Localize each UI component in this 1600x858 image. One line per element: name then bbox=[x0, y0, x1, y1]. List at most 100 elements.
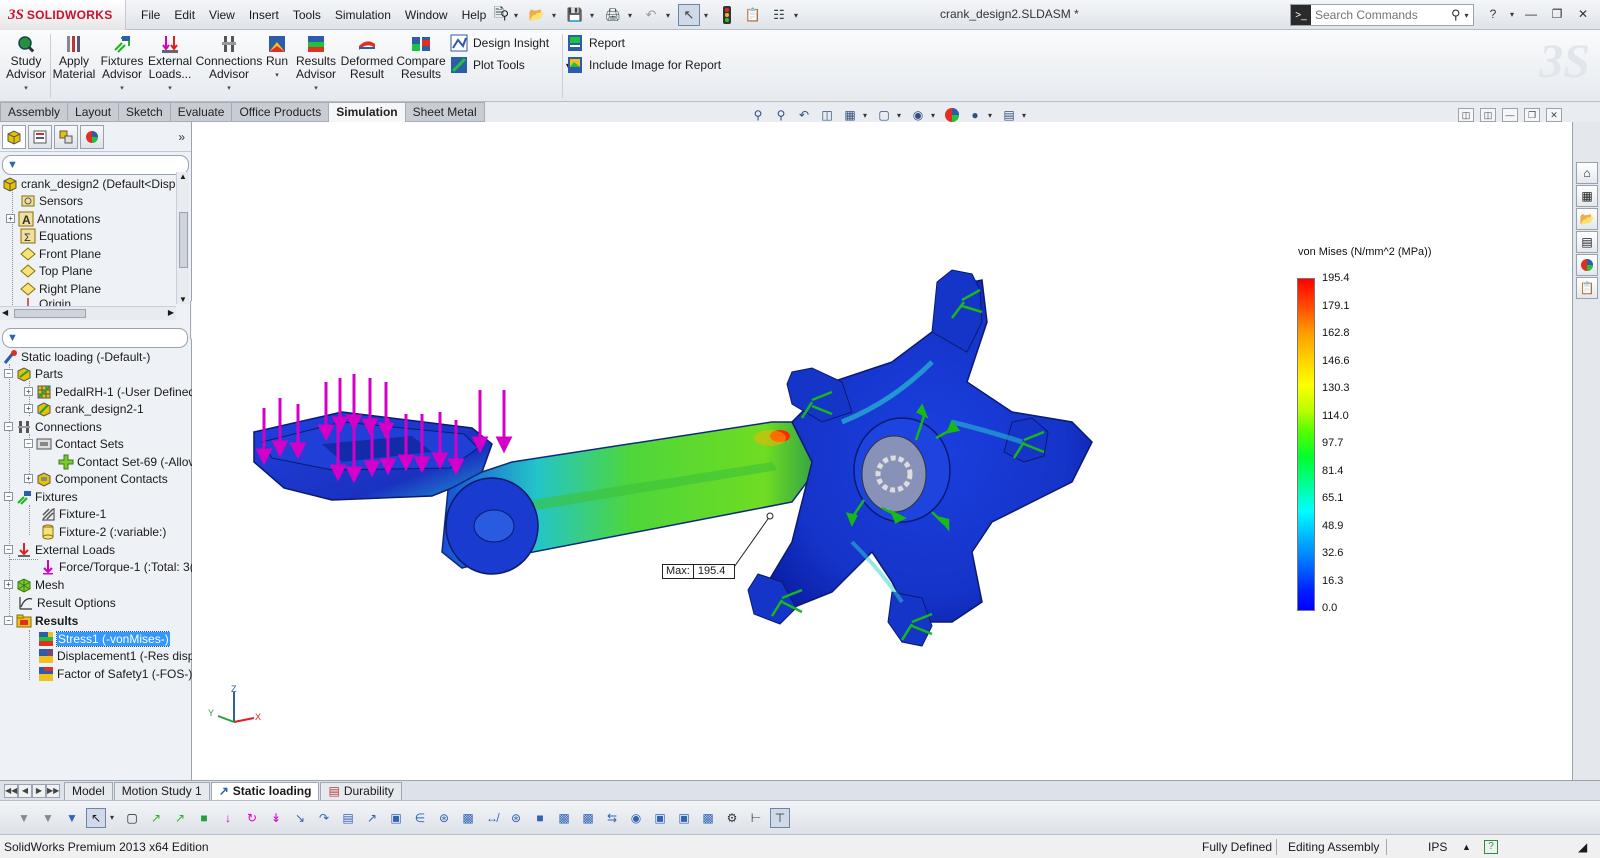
mesh-control-icon[interactable]: ▩ bbox=[698, 808, 718, 828]
view-palette-icon[interactable]: ▤ bbox=[1576, 231, 1598, 253]
zoom-to-fit-icon[interactable]: ⚲ bbox=[748, 105, 768, 125]
display-manager-tab-icon[interactable] bbox=[80, 124, 104, 149]
centrifugal-tool-icon[interactable]: ↷ bbox=[314, 808, 334, 828]
menu-simulation[interactable]: Simulation bbox=[328, 8, 398, 22]
tree-item-factor-of-safety1[interactable]: Factor of Safety1 (-FOS-) bbox=[38, 665, 192, 682]
hide-show-items-icon[interactable]: ◉ bbox=[908, 105, 928, 125]
tree-item-right-plane[interactable]: Right Plane bbox=[20, 280, 101, 297]
study-root[interactable]: Static loading (-Default-) bbox=[2, 348, 150, 365]
property-manager-tab-icon[interactable] bbox=[28, 124, 52, 149]
tree-item-annotations[interactable]: + A Annotations bbox=[6, 210, 100, 227]
tree-item-mesh[interactable]: + Mesh bbox=[4, 576, 64, 593]
fixtures-advisor-dropdown-icon[interactable]: ▾ bbox=[120, 82, 124, 95]
menu-view[interactable]: View bbox=[202, 8, 242, 22]
scrollbar-thumb[interactable] bbox=[14, 309, 86, 318]
tree-item-pedal[interactable]: + PedalRH-1 (-User Defined bbox=[24, 383, 195, 400]
quick-tips-icon[interactable]: ? bbox=[1484, 840, 1498, 854]
scene-dropdown-icon[interactable]: ▾ bbox=[988, 111, 996, 120]
edge-weld-icon[interactable]: ▩ bbox=[578, 808, 598, 828]
include-image-button[interactable]: Include Image for Report bbox=[566, 56, 721, 74]
fixtures-advisor-button[interactable]: Fixtures Advisor ▾ bbox=[100, 34, 144, 100]
scroll-down-icon[interactable]: ▼ bbox=[179, 295, 187, 304]
gravity-tool-icon[interactable]: ↘ bbox=[290, 808, 310, 828]
torque-tool-icon[interactable]: ↻ bbox=[242, 808, 262, 828]
viewport-close-icon[interactable]: ✕ bbox=[1546, 108, 1562, 122]
tree-item-results[interactable]: − Results bbox=[4, 612, 78, 629]
force-tool-icon[interactable]: ↓ bbox=[218, 808, 238, 828]
distributed-mass-icon[interactable]: ▣ bbox=[386, 808, 406, 828]
view-settings-icon[interactable]: ▤ bbox=[999, 105, 1019, 125]
unit-system-dropdown-icon[interactable]: ▲ bbox=[1462, 842, 1471, 852]
tree-item-result-options[interactable]: Result Options bbox=[18, 594, 116, 611]
spring-connector-icon[interactable]: ↮ bbox=[482, 808, 502, 828]
expand-icon[interactable]: + bbox=[24, 474, 33, 483]
view-orientation-icon[interactable]: ▦ bbox=[840, 105, 860, 125]
connections-advisor-button[interactable]: Connections Advisor ▾ bbox=[196, 34, 262, 100]
collapse-icon[interactable]: − bbox=[4, 422, 13, 431]
search-icon[interactable]: ⚲ bbox=[1451, 7, 1461, 23]
compare-results-button[interactable]: Compare Results bbox=[396, 34, 446, 100]
contact-set-tool-icon[interactable]: ▩ bbox=[458, 808, 478, 828]
rigid-connector-icon[interactable]: ▣ bbox=[650, 808, 670, 828]
solidworks-logo[interactable]: 3S SOLIDWORKS bbox=[0, 0, 126, 30]
scroll-right-icon[interactable]: ▶ bbox=[168, 308, 174, 317]
zoom-to-area-icon[interactable]: ⚲ bbox=[771, 105, 791, 125]
open-dropdown-icon[interactable]: ▾ bbox=[552, 11, 560, 20]
filter-vertices-icon[interactable]: ▼ bbox=[38, 808, 58, 828]
mesh-tool-icon[interactable]: ■ bbox=[194, 808, 214, 828]
tree-item-top-plane[interactable]: Top Plane bbox=[20, 262, 92, 279]
tab-layout[interactable]: Layout bbox=[68, 102, 120, 122]
run-button[interactable]: Run ▾ bbox=[264, 34, 290, 100]
tab-static-loading[interactable]: ↗ Static loading bbox=[210, 781, 320, 800]
file-properties-icon[interactable]: 📋 bbox=[742, 4, 764, 26]
save-icon[interactable]: 💾 bbox=[564, 4, 586, 26]
select-other-icon[interactable]: ▢ bbox=[122, 808, 142, 828]
undo-icon[interactable]: ↶ bbox=[640, 4, 662, 26]
design-library-icon[interactable]: ▦ bbox=[1576, 185, 1598, 207]
tree-item-force-torque[interactable]: Force/Torque-1 (:Total: 3( bbox=[40, 558, 194, 575]
legend-color-bar[interactable] bbox=[1297, 278, 1315, 611]
design-insight-button[interactable]: Design Insight bbox=[450, 34, 549, 52]
expand-icon[interactable]: + bbox=[24, 387, 33, 396]
options-dropdown-icon[interactable]: ▾ bbox=[794, 11, 802, 20]
search-commands-input[interactable] bbox=[1311, 8, 1451, 22]
solidworks-resources-icon[interactable]: ⌂ bbox=[1576, 162, 1598, 184]
select-cursor-icon[interactable]: ↖ bbox=[678, 4, 700, 26]
graphics-area[interactable]: Max: 195.4 Z X Y bbox=[192, 122, 1572, 780]
undo-dropdown-icon[interactable]: ▾ bbox=[666, 11, 674, 20]
menu-file[interactable]: File bbox=[134, 8, 167, 22]
appearances-scenes-icon[interactable] bbox=[1576, 254, 1598, 276]
pin-connector-icon[interactable]: ⊛ bbox=[506, 808, 526, 828]
display-style-icon[interactable]: ▢ bbox=[874, 105, 894, 125]
tab-sketch[interactable]: Sketch bbox=[119, 102, 171, 122]
spot-weld-icon[interactable]: ▩ bbox=[554, 808, 574, 828]
fixed-geometry-icon[interactable]: ↗ bbox=[170, 808, 190, 828]
external-loads-dropdown-icon[interactable]: ▾ bbox=[168, 82, 172, 95]
apply-material-button[interactable]: Apply Material bbox=[53, 34, 95, 100]
tab-office-products[interactable]: Office Products bbox=[232, 102, 330, 122]
tab-assembly[interactable]: Assembly bbox=[0, 102, 69, 122]
expand-icon[interactable]: + bbox=[6, 214, 15, 223]
feature-tree-filter[interactable]: ▼ bbox=[2, 155, 189, 175]
previous-tab-icon[interactable]: ◀ bbox=[18, 783, 32, 798]
display-style-dropdown-icon[interactable]: ▾ bbox=[897, 111, 905, 120]
tree-item-external-loads[interactable]: − External Loads bbox=[4, 541, 115, 558]
tree-item-component-contacts[interactable]: + Component Contacts bbox=[24, 470, 168, 487]
probe-tool-icon[interactable]: ⚙ bbox=[722, 808, 742, 828]
view-settings-dropdown-icon[interactable]: ▾ bbox=[1022, 111, 1030, 120]
viewport-restore-icon[interactable]: ❐ bbox=[1524, 108, 1540, 122]
select-dropdown-icon[interactable]: ▾ bbox=[110, 813, 118, 822]
save-dropdown-icon[interactable]: ▾ bbox=[590, 11, 598, 20]
search-commands[interactable]: >_ ⚲ ▾ bbox=[1290, 4, 1474, 26]
report-button[interactable]: Report bbox=[566, 34, 625, 52]
max-probe-label[interactable]: Max: 195.4 bbox=[662, 564, 735, 579]
viewport-minimize-icon[interactable]: — bbox=[1502, 108, 1518, 122]
tree-item-fixture-2[interactable]: Fixture-2 (:variable:) bbox=[40, 523, 166, 540]
bearing-connector-icon[interactable]: ◉ bbox=[626, 808, 646, 828]
custom-properties-icon[interactable]: 📋 bbox=[1576, 277, 1598, 299]
results-advisor-button[interactable]: Results Advisor ▾ bbox=[294, 34, 338, 100]
connector-icon[interactable]: ⊛ bbox=[434, 808, 454, 828]
menu-insert[interactable]: Insert bbox=[242, 8, 286, 22]
collapse-icon[interactable]: − bbox=[4, 369, 13, 378]
tree-root-assembly[interactable]: crank_design2 (Default<Displ bbox=[2, 175, 178, 192]
